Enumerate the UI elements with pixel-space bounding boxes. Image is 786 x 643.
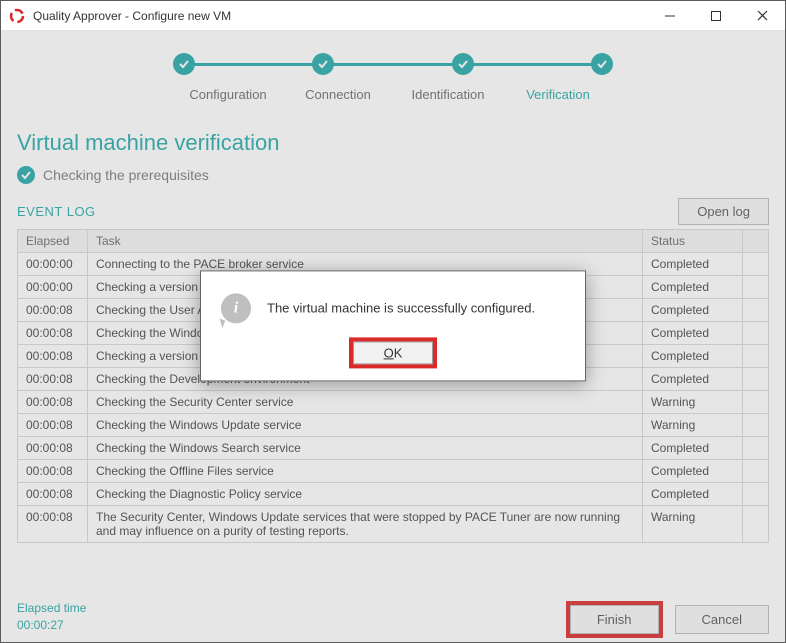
cell-spacer [743, 414, 769, 437]
window-title: Quality Approver - Configure new VM [33, 9, 647, 23]
check-icon [17, 166, 35, 184]
step-label[interactable]: Identification [393, 87, 503, 102]
close-button[interactable] [739, 1, 785, 30]
cell-elapsed: 00:00:08 [18, 460, 88, 483]
cell-status: Completed [643, 437, 743, 460]
cell-spacer [743, 345, 769, 368]
col-spacer [743, 230, 769, 253]
content-area: Configuration Connection Identification … [1, 31, 785, 642]
wizard-stepper: Configuration Connection Identification … [17, 53, 769, 102]
cell-status: Completed [643, 345, 743, 368]
ok-button[interactable]: OK [353, 341, 434, 364]
table-row[interactable]: 00:00:08Checking the Offline Files servi… [18, 460, 769, 483]
cell-elapsed: 00:00:00 [18, 253, 88, 276]
cell-elapsed: 00:00:08 [18, 391, 88, 414]
cell-task: The Security Center, Windows Update serv… [88, 506, 643, 543]
cell-status: Completed [643, 460, 743, 483]
table-row[interactable]: 00:00:08Checking the Windows Search serv… [18, 437, 769, 460]
cell-task: Checking the Windows Update service [88, 414, 643, 437]
cell-spacer [743, 322, 769, 345]
step-label[interactable]: Connection [283, 87, 393, 102]
cell-task: Checking the Security Center service [88, 391, 643, 414]
elapsed-value: 00:00:27 [17, 617, 86, 634]
cell-spacer [743, 506, 769, 543]
cell-spacer [743, 276, 769, 299]
cell-spacer [743, 391, 769, 414]
cell-elapsed: 00:00:08 [18, 437, 88, 460]
cell-spacer [743, 368, 769, 391]
col-elapsed[interactable]: Elapsed [18, 230, 88, 253]
step-label[interactable]: Configuration [173, 87, 283, 102]
cell-task: Checking the Windows Search service [88, 437, 643, 460]
dialog-message: The virtual machine is successfully conf… [267, 300, 535, 315]
cell-status: Warning [643, 414, 743, 437]
step-dot-configuration[interactable] [173, 53, 195, 75]
step-dot-connection[interactable] [312, 53, 334, 75]
cell-status: Completed [643, 483, 743, 506]
finish-button[interactable]: Finish [570, 605, 659, 634]
col-task[interactable]: Task [88, 230, 643, 253]
cell-spacer [743, 483, 769, 506]
table-header-row: Elapsed Task Status [18, 230, 769, 253]
event-log-title: EVENT LOG [17, 204, 96, 219]
prerequisites-row: Checking the prerequisites [17, 166, 769, 184]
col-status[interactable]: Status [643, 230, 743, 253]
info-icon: i [221, 293, 251, 323]
cell-elapsed: 00:00:00 [18, 276, 88, 299]
cell-status: Completed [643, 276, 743, 299]
cell-elapsed: 00:00:08 [18, 506, 88, 543]
maximize-button[interactable] [693, 1, 739, 30]
cell-elapsed: 00:00:08 [18, 345, 88, 368]
window-controls [647, 1, 785, 30]
step-label-active[interactable]: Verification [503, 87, 613, 102]
table-row[interactable]: 00:00:08Checking the Windows Update serv… [18, 414, 769, 437]
elapsed-time-box: Elapsed time 00:00:27 [17, 600, 86, 634]
cell-spacer [743, 253, 769, 276]
step-dot-identification[interactable] [452, 53, 474, 75]
table-row[interactable]: 00:00:08Checking the Security Center ser… [18, 391, 769, 414]
success-dialog: i The virtual machine is successfully co… [200, 270, 586, 381]
app-logo-icon [9, 8, 25, 24]
cell-status: Warning [643, 391, 743, 414]
page-title: Virtual machine verification [17, 130, 769, 156]
app-window: Quality Approver - Configure new VM [0, 0, 786, 643]
cell-status: Completed [643, 253, 743, 276]
step-dot-verification[interactable] [591, 53, 613, 75]
elapsed-label: Elapsed time [17, 600, 86, 617]
cell-task: Checking the Offline Files service [88, 460, 643, 483]
cell-elapsed: 00:00:08 [18, 299, 88, 322]
table-row[interactable]: 00:00:08The Security Center, Windows Upd… [18, 506, 769, 543]
cell-elapsed: 00:00:08 [18, 322, 88, 345]
cell-elapsed: 00:00:08 [18, 483, 88, 506]
cell-elapsed: 00:00:08 [18, 414, 88, 437]
cell-spacer [743, 460, 769, 483]
cell-spacer [743, 299, 769, 322]
cancel-button[interactable]: Cancel [675, 605, 769, 634]
minimize-button[interactable] [647, 1, 693, 30]
prerequisites-label: Checking the prerequisites [43, 167, 209, 183]
cell-spacer [743, 437, 769, 460]
table-row[interactable]: 00:00:08Checking the Diagnostic Policy s… [18, 483, 769, 506]
open-log-button[interactable]: Open log [678, 198, 769, 225]
cell-task: Checking the Diagnostic Policy service [88, 483, 643, 506]
footer: Elapsed time 00:00:27 Finish Cancel [17, 582, 769, 634]
cell-status: Completed [643, 299, 743, 322]
cell-elapsed: 00:00:08 [18, 368, 88, 391]
cell-status: Warning [643, 506, 743, 543]
cell-status: Completed [643, 368, 743, 391]
titlebar: Quality Approver - Configure new VM [1, 1, 785, 31]
cell-status: Completed [643, 322, 743, 345]
